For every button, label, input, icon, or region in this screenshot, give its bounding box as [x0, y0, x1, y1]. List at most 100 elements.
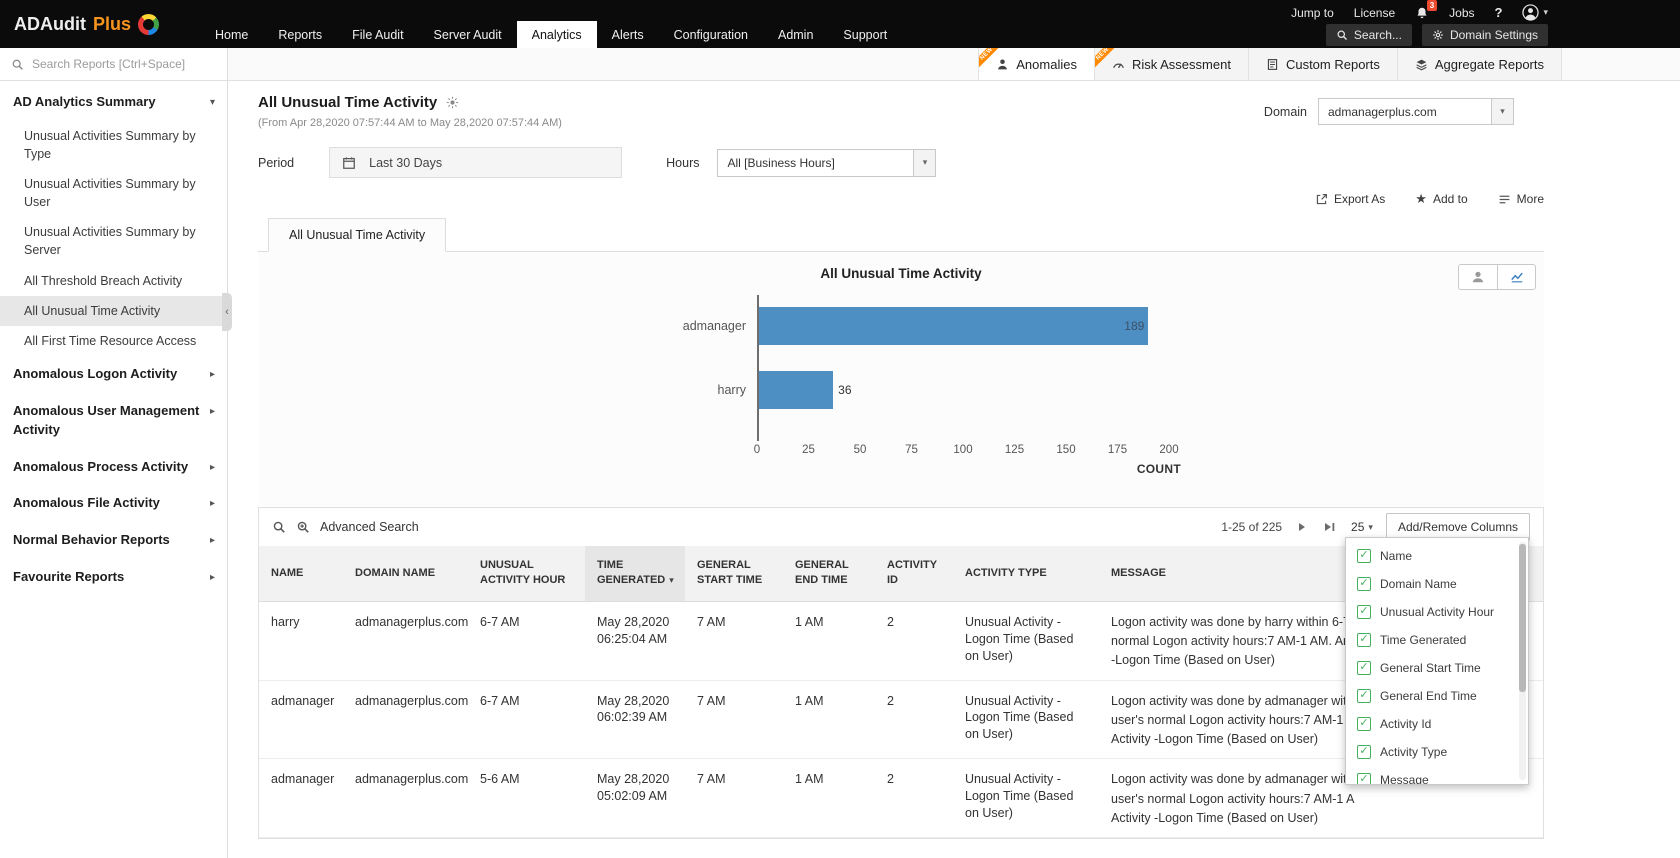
- tab-risk-assessment[interactable]: NEWRisk Assessment: [1094, 48, 1248, 80]
- column-toggle-activity-type[interactable]: ✓Activity Type: [1346, 738, 1528, 766]
- report-settings-icon[interactable]: [446, 96, 459, 109]
- panel-scrollbar[interactable]: [1519, 542, 1526, 780]
- notifications-bell-icon[interactable]: 3: [1415, 6, 1429, 20]
- column-header-general-end-time[interactable]: GENERAL END TIME: [783, 546, 875, 601]
- column-toggle-message[interactable]: ✓Message: [1346, 766, 1528, 785]
- sidebar-item-anomalous-logon-activity[interactable]: Anomalous Logon Activity▸: [0, 356, 227, 393]
- nav-analytics[interactable]: Analytics: [517, 21, 597, 48]
- chart-bar[interactable]: [759, 371, 833, 409]
- column-toggle-activity-id[interactable]: ✓Activity Id: [1346, 710, 1528, 738]
- tab-all-unusual-time-activity[interactable]: All Unusual Time Activity: [268, 218, 446, 252]
- chart-bar[interactable]: 189: [759, 307, 1148, 345]
- nav-reports[interactable]: Reports: [263, 21, 337, 48]
- sidebar-item-all-first-time-resource-access[interactable]: All First Time Resource Access: [0, 326, 227, 356]
- chart-bar-value: 189: [1124, 319, 1148, 333]
- sidebar-item-ad-analytics-summary[interactable]: AD Analytics Summary▾: [0, 84, 227, 121]
- x-tick-label: 125: [1005, 444, 1024, 456]
- column-toggle-name[interactable]: ✓Name: [1346, 542, 1528, 570]
- more-button[interactable]: More: [1498, 192, 1544, 206]
- main-nav: HomeReportsFile AuditServer AuditAnalyti…: [200, 21, 902, 48]
- sidebar-item-anomalous-user-management-activity[interactable]: Anomalous User Management Activity▸: [0, 393, 227, 449]
- column-header-unusual-activity-hour[interactable]: UNUSUAL ACTIVITY HOUR: [468, 546, 585, 601]
- export-as-button[interactable]: Export As: [1315, 192, 1385, 206]
- last-page-button[interactable]: [1322, 520, 1338, 534]
- logo-swoosh-icon: [138, 14, 159, 35]
- domain-settings-button[interactable]: Domain Settings: [1422, 24, 1548, 46]
- nav-support[interactable]: Support: [828, 21, 902, 48]
- checkbox-checked-icon[interactable]: ✓: [1357, 577, 1371, 591]
- checkbox-checked-icon[interactable]: ✓: [1357, 633, 1371, 647]
- sidebar-item-unusual-activities-summary-by-user[interactable]: Unusual Activities Summary by User: [0, 169, 227, 217]
- next-page-button[interactable]: [1295, 520, 1309, 534]
- sidebar-item-all-threshold-breach-activity[interactable]: All Threshold Breach Activity: [0, 266, 227, 296]
- column-header-label: ACTIVITY TYPE: [965, 567, 1047, 579]
- checkbox-checked-icon[interactable]: ✓: [1357, 773, 1371, 785]
- license-link[interactable]: License: [1354, 6, 1395, 20]
- global-search-button[interactable]: Search...: [1326, 24, 1412, 46]
- checkbox-checked-icon[interactable]: ✓: [1357, 549, 1371, 563]
- chart-view-toggle[interactable]: [1497, 265, 1535, 289]
- column-header-name[interactable]: NAME: [259, 546, 343, 601]
- column-header-general-start-time[interactable]: GENERAL START TIME: [685, 546, 783, 601]
- help-icon[interactable]: ?: [1495, 5, 1503, 20]
- user-view-toggle[interactable]: [1459, 265, 1497, 289]
- column-toggle-general-end-time[interactable]: ✓General End Time: [1346, 682, 1528, 710]
- sidebar-item-unusual-activities-summary-by-type[interactable]: Unusual Activities Summary by Type: [0, 121, 227, 169]
- period-label: Period: [258, 156, 294, 170]
- report-search-input[interactable]: [32, 57, 216, 71]
- column-toggle-general-start-time[interactable]: ✓General Start Time: [1346, 654, 1528, 682]
- cell-time-generated: May 28,2020 06:02:39 AM: [585, 680, 685, 759]
- checkbox-checked-icon[interactable]: ✓: [1357, 717, 1371, 731]
- chevron-down-icon: ▾: [1368, 522, 1373, 533]
- tab-aggregate-reports[interactable]: Aggregate Reports: [1397, 48, 1562, 80]
- page-size-select[interactable]: 25 ▾: [1351, 520, 1373, 534]
- domain-select[interactable]: admanagerplus.com ▾: [1318, 98, 1514, 125]
- user-menu[interactable]: ▾: [1522, 4, 1548, 21]
- chevron-right-icon: ▸: [210, 571, 215, 586]
- sidebar-item-favourite-reports[interactable]: Favourite Reports▸: [0, 559, 227, 596]
- sidebar-collapse-handle[interactable]: ‹: [222, 293, 232, 331]
- column-toggle-unusual-activity-hour[interactable]: ✓Unusual Activity Hour: [1346, 598, 1528, 626]
- column-toggle-time-generated[interactable]: ✓Time Generated: [1346, 626, 1528, 654]
- column-toggle-domain-name[interactable]: ✓Domain Name: [1346, 570, 1528, 598]
- nav-server-audit[interactable]: Server Audit: [419, 21, 517, 48]
- cell-time-generated: May 28,2020 06:25:04 AM: [585, 601, 685, 680]
- column-header-activity-type[interactable]: ACTIVITY TYPE: [953, 546, 1099, 601]
- cell-activity-id: 2: [875, 601, 953, 680]
- page-title: All Unusual Time Activity: [258, 94, 437, 111]
- checkbox-checked-icon[interactable]: ✓: [1357, 605, 1371, 619]
- nav-alerts[interactable]: Alerts: [597, 21, 659, 48]
- sidebar-item-all-unusual-time-activity[interactable]: All Unusual Time Activity: [0, 296, 227, 326]
- column-header-domain-name[interactable]: DOMAIN NAME: [343, 546, 468, 601]
- advanced-search-label[interactable]: Advanced Search: [320, 520, 419, 534]
- add-to-button[interactable]: ★ Add to: [1415, 192, 1467, 206]
- search-icon[interactable]: [272, 520, 286, 534]
- sidebar-item-label: Unusual Activities Summary by Type: [24, 127, 215, 163]
- sidebar-item-anomalous-file-activity[interactable]: Anomalous File Activity▸: [0, 485, 227, 522]
- checkbox-checked-icon[interactable]: ✓: [1357, 661, 1371, 675]
- jobs-link[interactable]: Jobs: [1449, 6, 1474, 20]
- tab-anomalies[interactable]: NEWAnomalies: [978, 48, 1094, 80]
- sidebar-item-anomalous-process-activity[interactable]: Anomalous Process Activity▸: [0, 449, 227, 486]
- sidebar-item-unusual-activities-summary-by-server[interactable]: Unusual Activities Summary by Server: [0, 217, 227, 265]
- x-tick-label: 25: [802, 444, 815, 456]
- jump-to-link[interactable]: Jump to: [1291, 6, 1334, 20]
- column-header-time-generated[interactable]: TIME GENERATED▾: [585, 546, 685, 601]
- cell-general-start-time: 7 AM: [685, 601, 783, 680]
- app-logo[interactable]: ADAuditPlus: [14, 0, 159, 48]
- checkbox-checked-icon[interactable]: ✓: [1357, 745, 1371, 759]
- column-header-activity-id[interactable]: ACTIVITY ID: [875, 546, 953, 601]
- nav-configuration[interactable]: Configuration: [659, 21, 763, 48]
- chart-bar-row: 36: [759, 371, 1169, 409]
- checkbox-checked-icon[interactable]: ✓: [1357, 689, 1371, 703]
- nav-file-audit[interactable]: File Audit: [337, 21, 418, 48]
- tab-custom-reports[interactable]: Custom Reports: [1248, 48, 1397, 80]
- tab-label: Risk Assessment: [1132, 57, 1231, 72]
- nav-home[interactable]: Home: [200, 21, 263, 48]
- sidebar-item-normal-behavior-reports[interactable]: Normal Behavior Reports▸: [0, 522, 227, 559]
- panel-scrollbar-thumb[interactable]: [1519, 544, 1526, 692]
- advanced-search-icon[interactable]: [296, 520, 310, 534]
- nav-admin[interactable]: Admin: [763, 21, 828, 48]
- hours-select[interactable]: All [Business Hours] ▾: [717, 149, 936, 177]
- period-picker[interactable]: Last 30 Days: [329, 147, 622, 178]
